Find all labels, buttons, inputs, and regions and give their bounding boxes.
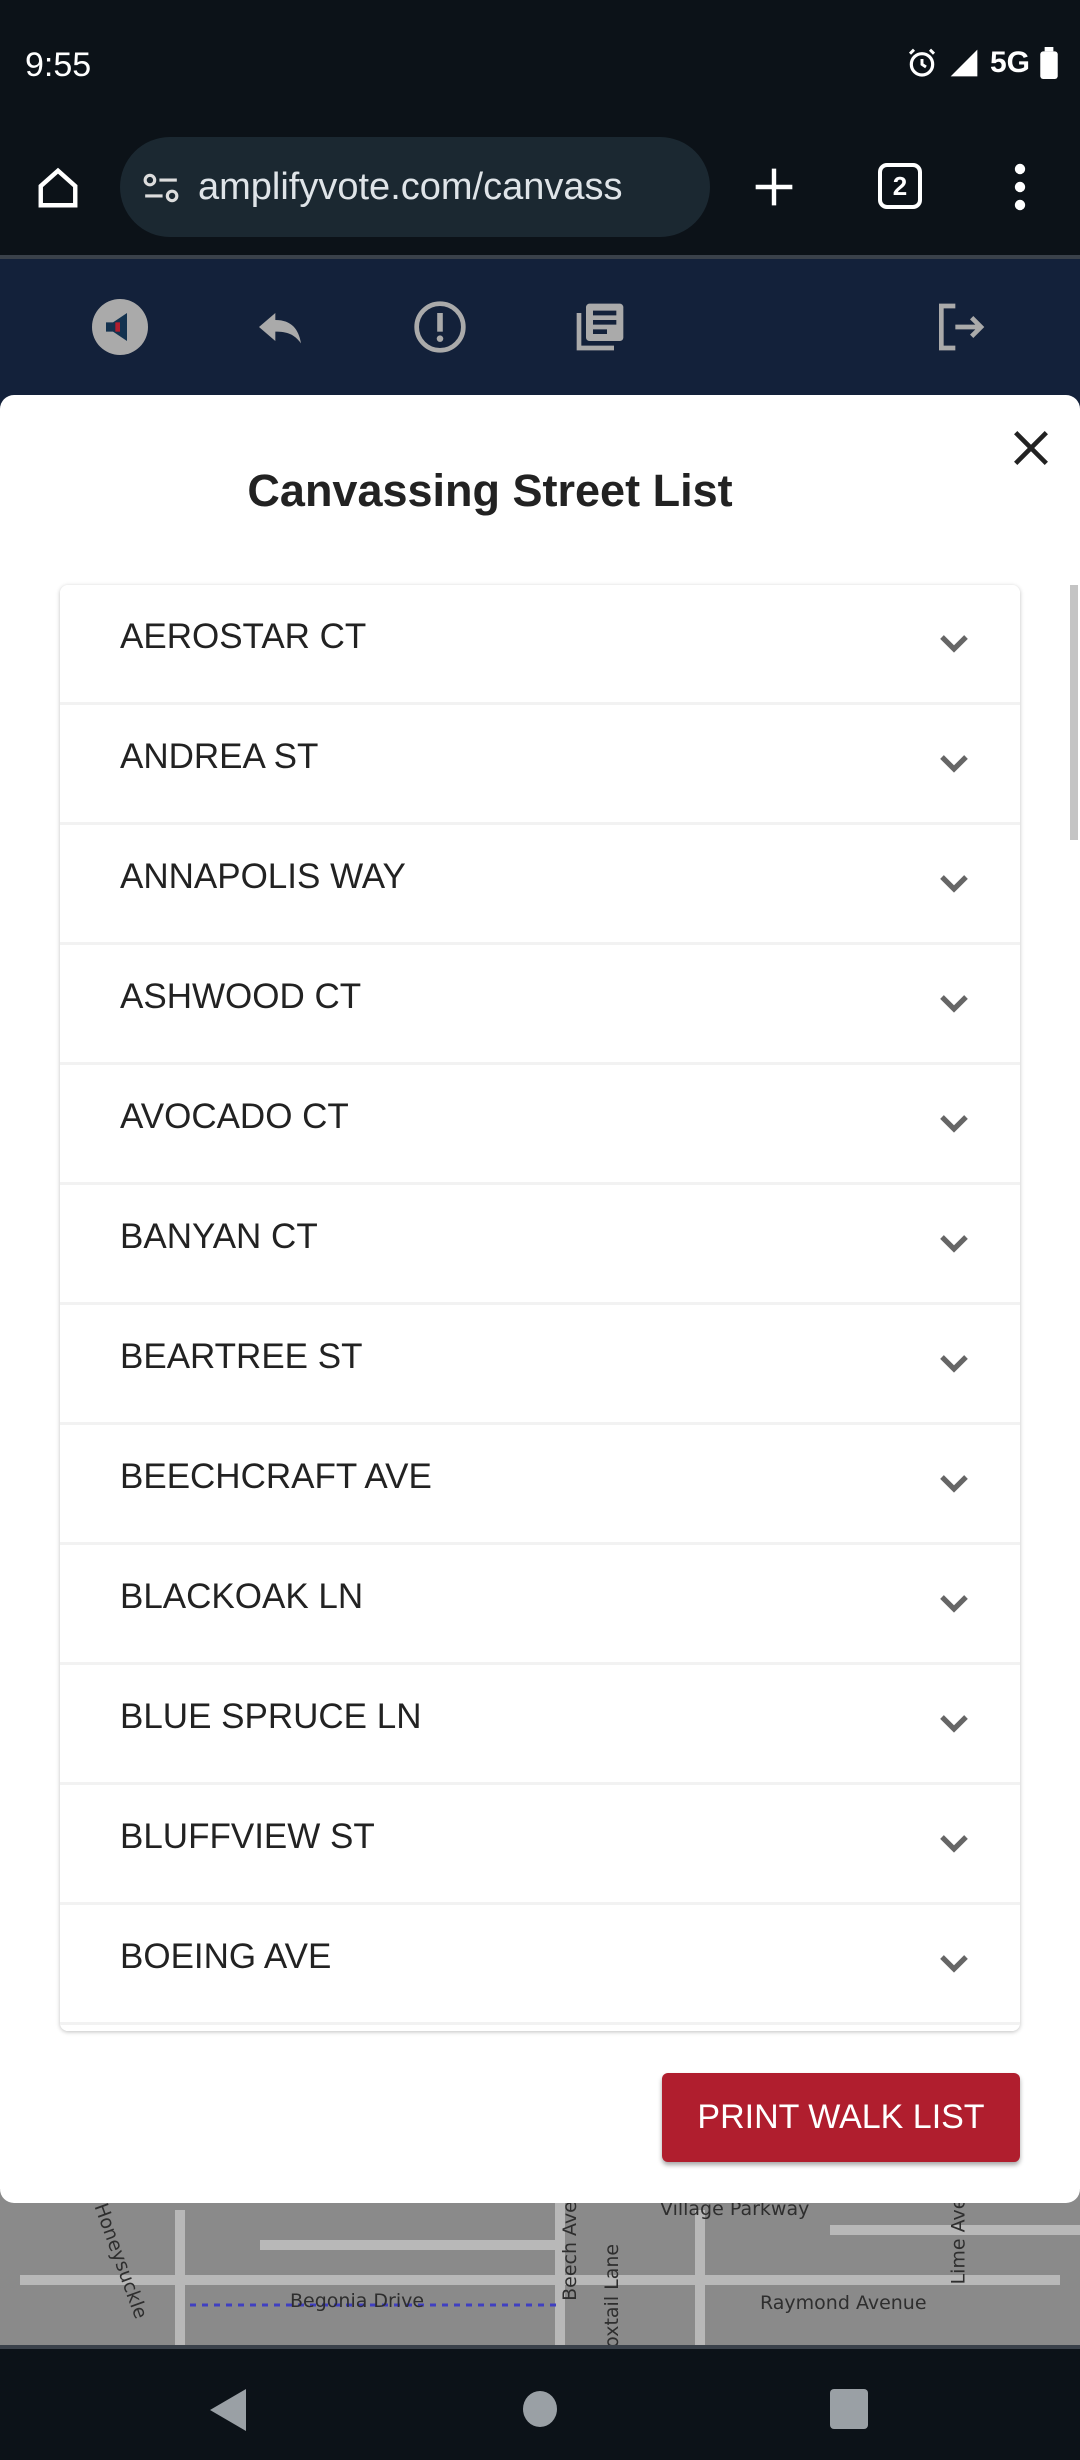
list-icon[interactable] [572,299,628,355]
site-settings-icon[interactable] [142,171,180,205]
clock: 9:55 [25,46,92,84]
chevron-down-icon[interactable] [938,753,970,775]
map-label: Raymond Avenue [760,2292,927,2314]
home-nav-icon[interactable] [522,2389,558,2429]
home-icon[interactable] [35,165,81,211]
street-row[interactable]: BLUE SPRUCE LN [60,1665,1020,1785]
url-bar[interactable]: amplifyvote.com/canvass [120,137,710,237]
browser-toolbar: amplifyvote.com/canvass 2 [0,125,1080,255]
print-walk-list-button[interactable]: PRINT WALK LIST [662,2073,1020,2162]
signal-icon [950,49,978,77]
map-label: Begonia Drive [290,2290,425,2312]
street-name: BANYAN CT [120,1216,318,1256]
street-name: BLUE SPRUCE LN [120,1696,422,1736]
street-row[interactable]: AVOCADO CT [60,1065,1020,1185]
chevron-down-icon[interactable] [938,1953,970,1975]
street-list-modal: Canvassing Street List AEROSTAR CT ANDREA… [0,395,1080,2203]
reply-icon[interactable] [252,299,308,355]
street-row[interactable]: AEROSTAR CT [60,585,1020,705]
map-label: Lime Ave [947,2197,970,2285]
chevron-down-icon[interactable] [938,633,970,655]
street-list: AEROSTAR CT ANDREA ST ANNAPOLIS WAY ASHWOOD… [60,585,1020,2031]
url-text: amplifyvote.com/canvass [198,165,623,208]
map-background: Village Parkway Begonia Drive Beech Ave … [0,2190,1080,2345]
chevron-down-icon[interactable] [938,1713,970,1735]
back-icon[interactable] [210,2389,246,2431]
chevron-down-icon[interactable] [938,1593,970,1615]
scrollbar[interactable] [1070,585,1078,840]
status-bar: 9:55 5G [0,0,1080,125]
street-name: ASHWOOD CT [120,976,362,1016]
chevron-down-icon[interactable] [938,873,970,895]
street-row[interactable]: BOEING AVE [60,1905,1020,2025]
more-options-icon[interactable] [1000,163,1040,211]
system-nav-bar [0,2345,1080,2460]
modal-title: Canvassing Street List [247,465,733,516]
map-label: Beech Ave [558,2201,581,2301]
logout-icon[interactable] [932,299,988,355]
chevron-down-icon[interactable] [938,993,970,1015]
street-row[interactable]: ANNAPOLIS WAY [60,825,1020,945]
chevron-down-icon[interactable] [938,1353,970,1375]
street-row[interactable]: ANDREA ST [60,705,1020,825]
street-row[interactable]: BLACKOAK LN [60,1545,1020,1665]
street-name: BOEING AVE [120,1936,332,1976]
street-row[interactable]: BLUFFVIEW ST [60,1785,1020,1905]
battery-icon [1040,47,1058,79]
street-row[interactable]: BEECHCRAFT AVE [60,1425,1020,1545]
street-name: ANNAPOLIS WAY [120,856,406,896]
map-label: Foxtail Lane [601,2243,624,2345]
street-name: ANDREA ST [120,736,319,776]
street-name: AEROSTAR CT [120,616,367,656]
street-row[interactable]: BANYAN CT [60,1185,1020,1305]
street-name: BEARTREE ST [120,1336,363,1376]
street-row[interactable]: BEARTREE ST [60,1305,1020,1425]
street-name: BEECHCRAFT AVE [120,1456,432,1496]
chevron-down-icon[interactable] [938,1233,970,1255]
tab-switcher-button[interactable]: 2 [878,163,922,209]
recents-icon[interactable] [830,2389,868,2429]
alert-icon[interactable] [412,299,468,355]
street-row-partial[interactable] [60,2025,1020,2031]
chevron-down-icon[interactable] [938,1473,970,1495]
network-type: 5G [989,46,1030,79]
alarm-icon [908,48,936,77]
map-streets [20,2190,1080,2345]
chevron-down-icon[interactable] [938,1833,970,1855]
close-icon[interactable] [1008,425,1054,471]
street-name: BLACKOAK LN [120,1576,364,1616]
new-tab-icon[interactable] [752,165,796,209]
megaphone-logo-icon[interactable] [92,299,148,355]
street-row[interactable]: ASHWOOD CT [60,945,1020,1065]
street-name: AVOCADO CT [120,1096,349,1136]
street-name: BLUFFVIEW ST [120,1816,375,1856]
chevron-down-icon[interactable] [938,1113,970,1135]
